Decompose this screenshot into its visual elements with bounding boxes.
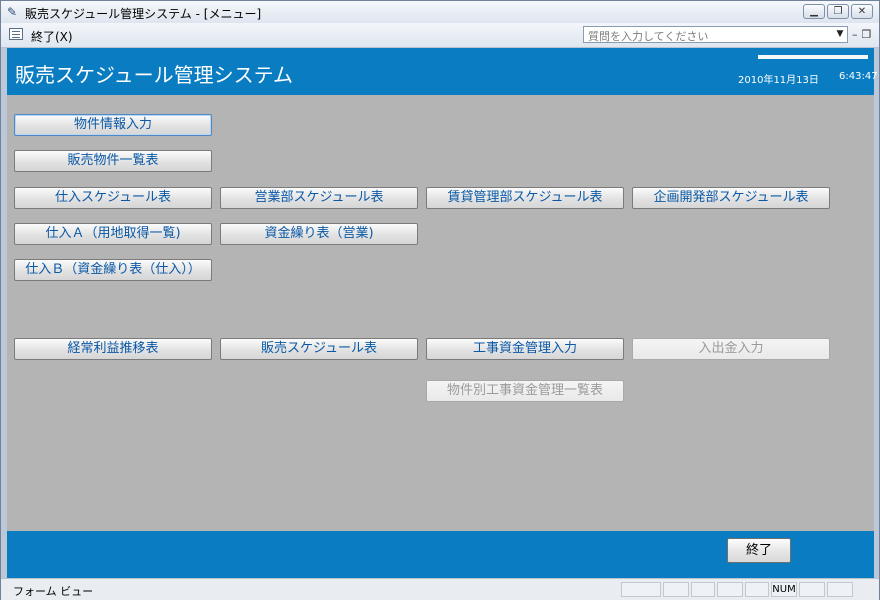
construction-funds-input-button[interactable]: 工事資金管理入力 [426,338,624,360]
purchase-schedule-button[interactable]: 仕入スケジュール表 [14,187,212,209]
exit-button[interactable]: 終了 [727,538,791,563]
sales-dept-schedule-button[interactable]: 営業部スケジュール表 [220,187,418,209]
current-time: 6:43:47 [839,71,878,82]
header-band: 販売スケジュール管理システム 2010年11月13日 6:43:47 [7,48,878,95]
minimize-icon: ▁ [810,6,818,17]
application-window: ✎ 販売スケジュール管理システム - [メニュー] ▁ ❐ ✕ 終了(X) 質問… [0,0,880,600]
ordinary-profit-button[interactable]: 経常利益推移表 [14,338,212,360]
window-controls: ▁ ❐ ✕ [803,4,873,19]
sales-schedule-button[interactable]: 販売スケジュール表 [220,338,418,360]
mdi-controls[interactable]: –❐ [852,28,875,41]
current-date: 2010年11月13日 [738,75,819,86]
form-menu-icon [9,28,23,40]
sales-property-list-button[interactable]: 販売物件一覧表 [14,150,212,172]
mdi-restore-icon[interactable]: ❐ [862,28,876,41]
status-bar: フォーム ビュー NUM [1,578,879,600]
app-title: 販売スケジュール管理システム [15,63,293,87]
payment-input-button: 入出金入力 [632,338,830,360]
status-view-label: フォーム ビュー [13,585,94,598]
property-info-input-button[interactable]: 物件情報入力 [14,114,212,136]
help-search-input[interactable]: 質問を入力してください ▼ [583,26,848,43]
dropdown-arrow-icon[interactable]: ▼ [834,28,846,41]
purchase-b-button[interactable]: 仕入Ｂ（資金繰り表（仕入）） [14,259,212,281]
close-icon: ✕ [857,6,867,17]
cash-flow-sales-button[interactable]: 資金繰り表（営業) [220,223,418,245]
title-bar[interactable]: ✎ 販売スケジュール管理システム - [メニュー] ▁ ❐ ✕ [1,1,879,24]
num-lock-indicator: NUM [771,582,797,597]
user-name-redacted [758,55,868,59]
help-placeholder: 質問を入力してください [588,30,709,43]
status-cell [799,582,825,597]
status-cell [663,582,689,597]
status-cell [827,582,853,597]
menu-panel: 物件情報入力 販売物件一覧表 仕入スケジュール表 営業部スケジュール表 賃貸管理… [7,95,874,531]
menu-bar: 終了(X) 質問を入力してください ▼ –❐ [1,23,879,48]
status-cell [745,582,769,597]
restore-icon: ❐ [833,6,843,17]
purchase-a-button[interactable]: 仕入Ａ（用地取得一覧) [14,223,212,245]
minimize-button[interactable]: ▁ [803,4,825,19]
menu-exit[interactable]: 終了(X) [31,28,73,45]
construction-funds-list-button: 物件別工事資金管理一覧表 [426,380,624,402]
status-cell [621,582,661,597]
planning-dept-schedule-button[interactable]: 企画開発部スケジュール表 [632,187,830,209]
footer-band: 終了 [7,531,874,578]
window-title: 販売スケジュール管理システム - [メニュー] [25,7,262,21]
status-cell [717,582,743,597]
mdi-minimize-icon[interactable]: – [852,28,862,41]
pencil-icon: ✎ [7,5,18,19]
rental-dept-schedule-button[interactable]: 賃貸管理部スケジュール表 [426,187,624,209]
restore-button[interactable]: ❐ [827,4,849,19]
status-cell [691,582,715,597]
close-button[interactable]: ✕ [851,4,873,19]
